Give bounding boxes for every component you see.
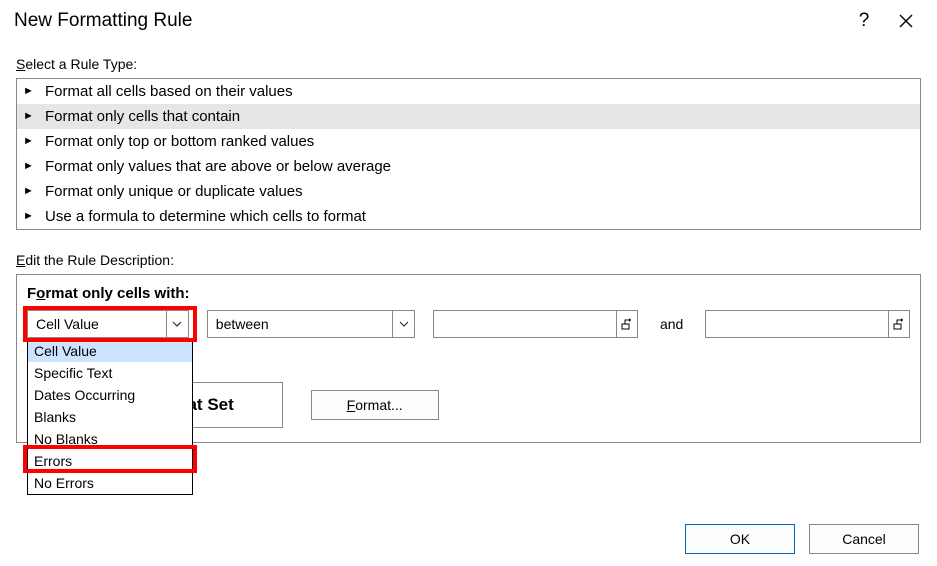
criteria-type-dropdown-button[interactable] xyxy=(166,311,188,337)
chevron-down-icon xyxy=(172,319,182,329)
rule-type-text: Format only unique or duplicate values xyxy=(45,183,303,200)
value-2-input[interactable] xyxy=(705,310,910,338)
rule-type-item[interactable]: ► Format only cells that contain xyxy=(17,104,920,129)
cancel-button[interactable]: Cancel xyxy=(809,524,919,554)
range-selector-button[interactable] xyxy=(616,311,637,337)
close-icon xyxy=(898,13,914,29)
comparison-value: between xyxy=(208,316,393,332)
rule-type-label: Select a Rule Type: xyxy=(16,56,921,72)
rule-type-item[interactable]: ► Format only unique or duplicate values xyxy=(17,179,920,204)
bullet-arrow-icon: ► xyxy=(23,86,37,97)
condition-row: Cell Value between xyxy=(27,310,910,338)
criteria-type-value: Cell Value xyxy=(28,316,166,332)
rule-type-text: Format only values that are above or bel… xyxy=(45,158,391,175)
comparison-dropdown-button[interactable] xyxy=(392,311,414,337)
bullet-arrow-icon: ► xyxy=(23,161,37,172)
format-rest: ormat... xyxy=(355,397,402,413)
dialog-content: Select a Rule Type: ► Format all cells b… xyxy=(0,42,937,443)
rule-type-item[interactable]: ► Format only values that are above or b… xyxy=(17,154,920,179)
range-selector-icon xyxy=(621,318,633,330)
format-button[interactable]: Format... xyxy=(311,390,439,420)
rule-type-text: Format only top or bottom ranked values xyxy=(45,133,314,150)
help-button[interactable]: ? xyxy=(843,0,885,42)
range-selector-icon xyxy=(893,318,905,330)
rule-type-item[interactable]: ► Use a formula to determine which cells… xyxy=(17,204,920,229)
rule-type-item[interactable]: ► Format all cells based on their values xyxy=(17,79,920,104)
dropdown-option-errors[interactable]: Errors xyxy=(28,450,192,472)
dropdown-option-no-blanks[interactable]: No Blanks xyxy=(28,428,192,450)
comparison-combo[interactable]: between xyxy=(207,310,416,338)
rule-type-item[interactable]: ► Format only top or bottom ranked value… xyxy=(17,129,920,154)
value-1-input[interactable] xyxy=(433,310,638,338)
criteria-type-dropdown-list[interactable]: Cell Value Specific Text Dates Occurring… xyxy=(27,339,193,495)
dropdown-option-specific-text[interactable]: Specific Text xyxy=(28,362,192,384)
and-label: and xyxy=(656,316,687,332)
rule-type-text: Use a formula to determine which cells t… xyxy=(45,208,366,225)
rule-type-text: Format only cells that contain xyxy=(45,108,240,125)
criteria-type-combo[interactable]: Cell Value xyxy=(27,310,189,338)
dropdown-option-blanks[interactable]: Blanks xyxy=(28,406,192,428)
format-mnemonic: F xyxy=(347,397,356,413)
format-only-heading: Format only cells with: xyxy=(27,285,910,302)
bullet-arrow-icon: ► xyxy=(23,111,37,122)
new-formatting-rule-dialog: New Formatting Rule ? Select a Rule Type… xyxy=(0,0,937,566)
rule-type-list[interactable]: ► Format all cells based on their values… xyxy=(16,78,921,230)
edit-rule-label: Edit the Rule Description: xyxy=(16,252,921,268)
chevron-down-icon xyxy=(399,319,409,329)
value-2-field[interactable] xyxy=(706,311,887,337)
bullet-arrow-icon: ► xyxy=(23,186,37,197)
rule-type-text: Format all cells based on their values xyxy=(45,83,293,100)
close-button[interactable] xyxy=(885,0,927,42)
dialog-title: New Formatting Rule xyxy=(14,10,843,32)
rule-description-box: Format only cells with: Cell Value betwe… xyxy=(16,274,921,443)
dropdown-option-cell-value[interactable]: Cell Value xyxy=(28,340,192,362)
bullet-arrow-icon: ► xyxy=(23,211,37,222)
value-1-field[interactable] xyxy=(434,311,615,337)
dropdown-option-dates-occurring[interactable]: Dates Occurring xyxy=(28,384,192,406)
dialog-footer: OK Cancel xyxy=(685,524,919,554)
ok-button[interactable]: OK xyxy=(685,524,795,554)
range-selector-button[interactable] xyxy=(888,311,909,337)
bullet-arrow-icon: ► xyxy=(23,136,37,147)
titlebar: New Formatting Rule ? xyxy=(0,0,937,42)
dropdown-option-no-errors[interactable]: No Errors xyxy=(28,472,192,494)
